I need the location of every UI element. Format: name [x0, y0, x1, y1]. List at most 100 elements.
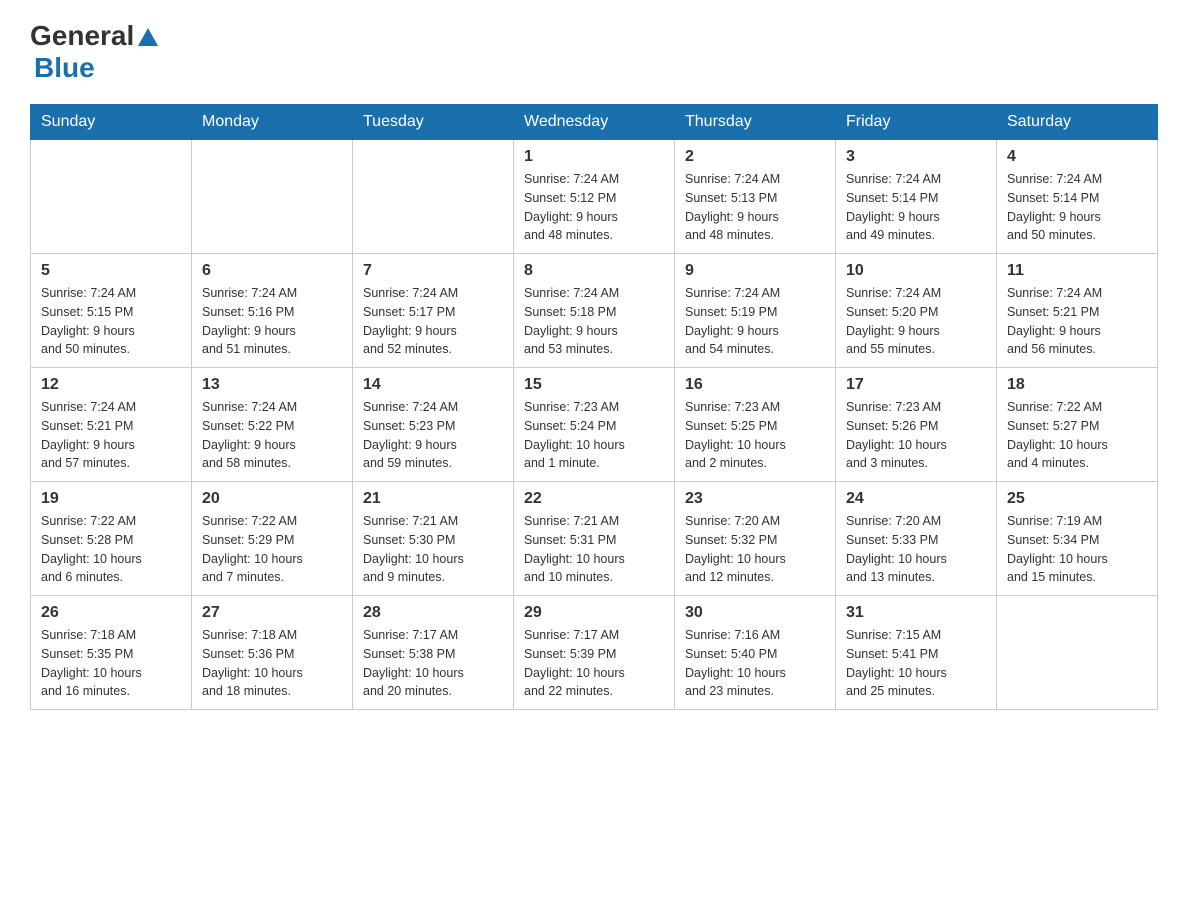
- day-info: Sunrise: 7:24 AM Sunset: 5:17 PM Dayligh…: [363, 284, 503, 359]
- day-info: Sunrise: 7:24 AM Sunset: 5:20 PM Dayligh…: [846, 284, 986, 359]
- calendar-week-row: 19 Sunrise: 7:22 AM Sunset: 5:28 PM Dayli…: [31, 482, 1158, 596]
- calendar-cell: 27 Sunrise: 7:18 AM Sunset: 5:36 PM Dayli…: [192, 596, 353, 710]
- day-number: 1: [524, 148, 664, 166]
- calendar-cell: 1 Sunrise: 7:24 AM Sunset: 5:12 PM Daylig…: [514, 140, 675, 254]
- day-info: Sunrise: 7:22 AM Sunset: 5:27 PM Dayligh…: [1007, 398, 1147, 473]
- day-info: Sunrise: 7:24 AM Sunset: 5:13 PM Dayligh…: [685, 170, 825, 245]
- logo-triangle-icon: [138, 24, 158, 51]
- calendar-cell: 8 Sunrise: 7:24 AM Sunset: 5:18 PM Daylig…: [514, 254, 675, 368]
- day-number: 30: [685, 604, 825, 622]
- day-info: Sunrise: 7:17 AM Sunset: 5:39 PM Dayligh…: [524, 626, 664, 701]
- calendar-cell: 31 Sunrise: 7:15 AM Sunset: 5:41 PM Dayli…: [836, 596, 997, 710]
- calendar-cell: 12Sunrise: 7:24 AM Sunset: 5:21 PM Dayli…: [31, 368, 192, 482]
- calendar-cell: 7Sunrise: 7:24 AM Sunset: 5:17 PM Daylig…: [353, 254, 514, 368]
- calendar-cell: 2 Sunrise: 7:24 AM Sunset: 5:13 PM Daylig…: [675, 140, 836, 254]
- day-number: 18: [1007, 376, 1147, 394]
- day-number: 25: [1007, 490, 1147, 508]
- day-number: 20: [202, 490, 342, 508]
- calendar-cell: 11 Sunrise: 7:24 AM Sunset: 5:21 PM Dayli…: [997, 254, 1158, 368]
- calendar-cell: 9 Sunrise: 7:24 AM Sunset: 5:19 PM Daylig…: [675, 254, 836, 368]
- day-info: Sunrise: 7:24 AM Sunset: 5:15 PM Dayligh…: [41, 284, 181, 359]
- day-header-friday: Friday: [836, 105, 997, 140]
- header: General Blue: [30, 20, 1158, 84]
- day-number: 24: [846, 490, 986, 508]
- day-number: 6: [202, 262, 342, 280]
- day-info: Sunrise: 7:17 AM Sunset: 5:38 PM Dayligh…: [363, 626, 503, 701]
- calendar-cell: 23Sunrise: 7:20 AM Sunset: 5:32 PM Dayli…: [675, 482, 836, 596]
- calendar-cell: 20 Sunrise: 7:22 AM Sunset: 5:29 PM Dayli…: [192, 482, 353, 596]
- day-number: 14: [363, 376, 503, 394]
- day-header-wednesday: Wednesday: [514, 105, 675, 140]
- day-number: 12: [41, 376, 181, 394]
- logo: General Blue: [30, 20, 158, 84]
- day-number: 11: [1007, 262, 1147, 280]
- calendar-week-row: 1 Sunrise: 7:24 AM Sunset: 5:12 PM Daylig…: [31, 140, 1158, 254]
- calendar-cell: 22 Sunrise: 7:21 AM Sunset: 5:31 PM Dayli…: [514, 482, 675, 596]
- calendar-week-row: 12Sunrise: 7:24 AM Sunset: 5:21 PM Dayli…: [31, 368, 1158, 482]
- calendar-cell: 3 Sunrise: 7:24 AM Sunset: 5:14 PM Daylig…: [836, 140, 997, 254]
- calendar-header-row: SundayMondayTuesdayWednesdayThursdayFrid…: [31, 105, 1158, 140]
- day-number: 28: [363, 604, 503, 622]
- day-info: Sunrise: 7:22 AM Sunset: 5:28 PM Dayligh…: [41, 512, 181, 587]
- day-info: Sunrise: 7:18 AM Sunset: 5:36 PM Dayligh…: [202, 626, 342, 701]
- day-number: 8: [524, 262, 664, 280]
- day-info: Sunrise: 7:23 AM Sunset: 5:26 PM Dayligh…: [846, 398, 986, 473]
- calendar-cell: 19 Sunrise: 7:22 AM Sunset: 5:28 PM Dayli…: [31, 482, 192, 596]
- day-number: 9: [685, 262, 825, 280]
- day-info: Sunrise: 7:20 AM Sunset: 5:32 PM Dayligh…: [685, 512, 825, 587]
- day-info: Sunrise: 7:24 AM Sunset: 5:14 PM Dayligh…: [846, 170, 986, 245]
- day-number: 17: [846, 376, 986, 394]
- calendar-cell: 13Sunrise: 7:24 AM Sunset: 5:22 PM Dayli…: [192, 368, 353, 482]
- day-info: Sunrise: 7:20 AM Sunset: 5:33 PM Dayligh…: [846, 512, 986, 587]
- logo-general-text: General: [30, 20, 134, 52]
- calendar-cell: 30Sunrise: 7:16 AM Sunset: 5:40 PM Dayli…: [675, 596, 836, 710]
- day-number: 5: [41, 262, 181, 280]
- day-number: 19: [41, 490, 181, 508]
- day-header-tuesday: Tuesday: [353, 105, 514, 140]
- day-number: 22: [524, 490, 664, 508]
- calendar-week-row: 5 Sunrise: 7:24 AM Sunset: 5:15 PM Daylig…: [31, 254, 1158, 368]
- day-info: Sunrise: 7:24 AM Sunset: 5:19 PM Dayligh…: [685, 284, 825, 359]
- day-number: 26: [41, 604, 181, 622]
- day-info: Sunrise: 7:24 AM Sunset: 5:22 PM Dayligh…: [202, 398, 342, 473]
- day-info: Sunrise: 7:24 AM Sunset: 5:14 PM Dayligh…: [1007, 170, 1147, 245]
- day-info: Sunrise: 7:21 AM Sunset: 5:30 PM Dayligh…: [363, 512, 503, 587]
- calendar-cell: 17 Sunrise: 7:23 AM Sunset: 5:26 PM Dayli…: [836, 368, 997, 482]
- day-number: 27: [202, 604, 342, 622]
- calendar-cell: 21 Sunrise: 7:21 AM Sunset: 5:30 PM Dayli…: [353, 482, 514, 596]
- day-number: 31: [846, 604, 986, 622]
- day-number: 21: [363, 490, 503, 508]
- calendar-cell: 28 Sunrise: 7:17 AM Sunset: 5:38 PM Dayli…: [353, 596, 514, 710]
- day-info: Sunrise: 7:15 AM Sunset: 5:41 PM Dayligh…: [846, 626, 986, 701]
- day-number: 2: [685, 148, 825, 166]
- logo-blue-text: Blue: [34, 52, 95, 83]
- calendar-cell: 5 Sunrise: 7:24 AM Sunset: 5:15 PM Daylig…: [31, 254, 192, 368]
- calendar-cell: [353, 140, 514, 254]
- day-info: Sunrise: 7:24 AM Sunset: 5:21 PM Dayligh…: [1007, 284, 1147, 359]
- calendar-cell: 4 Sunrise: 7:24 AM Sunset: 5:14 PM Daylig…: [997, 140, 1158, 254]
- day-info: Sunrise: 7:19 AM Sunset: 5:34 PM Dayligh…: [1007, 512, 1147, 587]
- day-header-monday: Monday: [192, 105, 353, 140]
- calendar-cell: 14Sunrise: 7:24 AM Sunset: 5:23 PM Dayli…: [353, 368, 514, 482]
- calendar-cell: 6 Sunrise: 7:24 AM Sunset: 5:16 PM Daylig…: [192, 254, 353, 368]
- calendar-cell: 24 Sunrise: 7:20 AM Sunset: 5:33 PM Dayli…: [836, 482, 997, 596]
- calendar-cell: 15Sunrise: 7:23 AM Sunset: 5:24 PM Dayli…: [514, 368, 675, 482]
- day-info: Sunrise: 7:22 AM Sunset: 5:29 PM Dayligh…: [202, 512, 342, 587]
- day-number: 4: [1007, 148, 1147, 166]
- day-info: Sunrise: 7:24 AM Sunset: 5:18 PM Dayligh…: [524, 284, 664, 359]
- day-header-saturday: Saturday: [997, 105, 1158, 140]
- day-number: 3: [846, 148, 986, 166]
- day-info: Sunrise: 7:24 AM Sunset: 5:12 PM Dayligh…: [524, 170, 664, 245]
- calendar-cell: 29 Sunrise: 7:17 AM Sunset: 5:39 PM Dayli…: [514, 596, 675, 710]
- day-info: Sunrise: 7:24 AM Sunset: 5:16 PM Dayligh…: [202, 284, 342, 359]
- day-info: Sunrise: 7:23 AM Sunset: 5:25 PM Dayligh…: [685, 398, 825, 473]
- calendar-cell: [31, 140, 192, 254]
- calendar-cell: 26Sunrise: 7:18 AM Sunset: 5:35 PM Dayli…: [31, 596, 192, 710]
- calendar-cell: 18 Sunrise: 7:22 AM Sunset: 5:27 PM Dayli…: [997, 368, 1158, 482]
- day-info: Sunrise: 7:21 AM Sunset: 5:31 PM Dayligh…: [524, 512, 664, 587]
- calendar-cell: 10Sunrise: 7:24 AM Sunset: 5:20 PM Dayli…: [836, 254, 997, 368]
- day-header-thursday: Thursday: [675, 105, 836, 140]
- day-number: 29: [524, 604, 664, 622]
- calendar-table: SundayMondayTuesdayWednesdayThursdayFrid…: [30, 104, 1158, 710]
- calendar-cell: 25 Sunrise: 7:19 AM Sunset: 5:34 PM Dayli…: [997, 482, 1158, 596]
